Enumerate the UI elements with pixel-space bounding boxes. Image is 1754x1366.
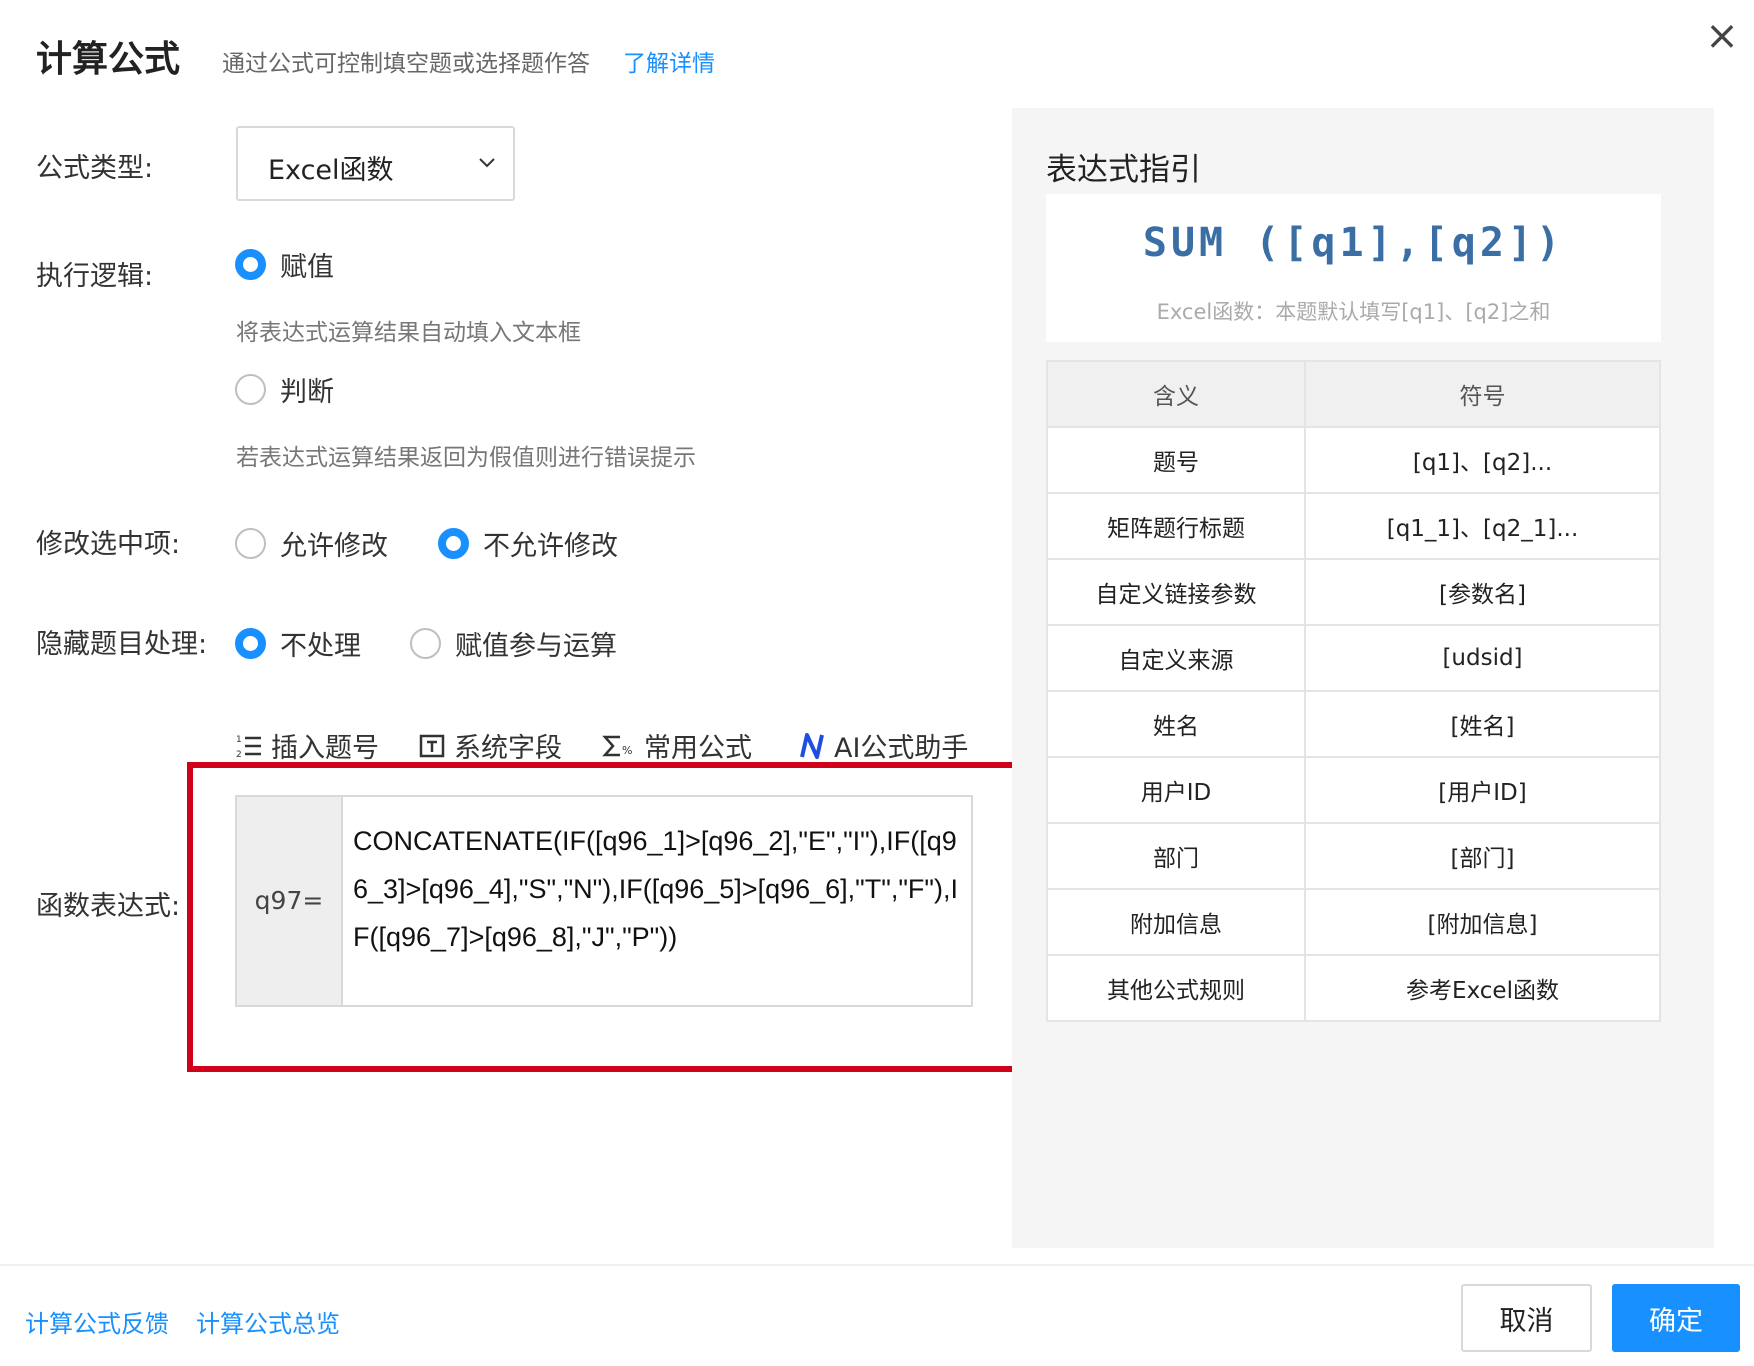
svg-text:1: 1: [236, 735, 242, 745]
logic-assign-hint: 将表达式运算结果自动填入文本框: [236, 320, 581, 346]
close-icon[interactable]: ×: [1704, 16, 1740, 56]
formula-type-label: 公式类型:: [36, 153, 154, 184]
symbol-cell: 参考Excel函数: [1304, 954, 1661, 1022]
symbol-cell: [附加信息]: [1304, 888, 1661, 956]
table-row: 用户ID [用户ID]: [1046, 756, 1661, 824]
numbered-list-icon: 1 2: [236, 735, 261, 760]
radio-unchecked-icon: [235, 374, 266, 405]
table-row: 矩阵题行标题 [q1_1]、[q2_1]...: [1046, 492, 1661, 560]
learn-more-link[interactable]: 了解详情: [623, 44, 715, 78]
table-row: 题号 [q1]、[q2]...: [1046, 426, 1661, 494]
formula-type-value: Excel函数: [268, 155, 394, 186]
radio-modify-deny[interactable]: 不允许修改: [438, 524, 618, 563]
radio-unchecked-icon: [235, 528, 266, 559]
symbol-cell: [q1_1]、[q2_1]...: [1304, 492, 1661, 560]
expression-editor[interactable]: q97= CONCATENATE(IF([q96_1]>[q96_2],"E",…: [235, 795, 973, 1007]
expression-input[interactable]: CONCATENATE(IF([q96_1]>[q96_2],"E","I"),…: [353, 817, 963, 961]
confirm-button[interactable]: 确定: [1612, 1284, 1740, 1352]
radio-logic-assign[interactable]: 赋值: [235, 245, 334, 284]
radio-hidden-assign[interactable]: 赋值参与运算: [410, 624, 617, 663]
dialog-title: 计算公式: [36, 39, 181, 80]
ai-assistant-button[interactable]: AI公式助手: [798, 726, 968, 765]
symbol-cell: [参数名]: [1304, 558, 1661, 626]
ai-assistant-label: AI公式助手: [834, 733, 969, 764]
radio-modify-allow[interactable]: 允许修改: [235, 524, 388, 563]
meaning-cell: 题号: [1046, 426, 1306, 494]
hidden-label: 隐藏题目处理:: [36, 629, 208, 660]
svg-text:%: %: [622, 744, 632, 757]
modify-label: 修改选中项:: [36, 529, 181, 560]
radio-hidden-none-label: 不处理: [280, 631, 361, 662]
guide-title: 表达式指引: [1046, 152, 1201, 188]
meaning-cell: 其他公式规则: [1046, 954, 1306, 1022]
radio-hidden-assign-label: 赋值参与运算: [455, 631, 617, 662]
expr-label: 函数表达式:: [36, 891, 181, 922]
meaning-cell: 部门: [1046, 822, 1306, 890]
common-formula-label: 常用公式: [644, 733, 752, 764]
insert-question-label: 插入题号: [271, 733, 379, 764]
formula-dialog: 计算公式 通过公式可控制填空题或选择题作答 了解详情 × 公式类型: Excel…: [0, 0, 1754, 1366]
table-header-row: 含义 符号: [1046, 360, 1661, 428]
table-row: 姓名 [姓名]: [1046, 690, 1661, 758]
sigma-icon: %: [602, 735, 632, 757]
logic-judge-hint: 若表达式运算结果返回为假值则进行错误提示: [236, 445, 696, 471]
system-field-button[interactable]: 系统字段: [418, 726, 562, 765]
radio-logic-assign-label: 赋值: [280, 252, 334, 283]
symbol-cell: [用户ID]: [1304, 756, 1661, 824]
symbol-cell: [q1]、[q2]...: [1304, 426, 1661, 494]
table-row: 部门 [部门]: [1046, 822, 1661, 890]
meaning-cell: 自定义链接参数: [1046, 558, 1306, 626]
insert-question-button[interactable]: 1 2 插入题号: [235, 726, 379, 765]
table-row: 自定义链接参数 [参数名]: [1046, 558, 1661, 626]
table-row: 附加信息 [附加信息]: [1046, 888, 1661, 956]
radio-unchecked-icon: [410, 628, 441, 659]
example-description: Excel函数：本题默认填写[q1]、[q2]之和: [1156, 300, 1551, 324]
radio-checked-icon: [235, 628, 266, 659]
expression-guide-panel: 表达式指引 SUM ([q1],[q2]) Excel函数：本题默认填写[q1]…: [1012, 108, 1714, 1248]
radio-logic-judge[interactable]: 判断: [235, 370, 334, 409]
overview-link[interactable]: 计算公式总览: [196, 1304, 340, 1339]
radio-hidden-none[interactable]: 不处理: [235, 624, 361, 663]
table-row: 自定义来源 [udsid]: [1046, 624, 1661, 692]
system-field-label: 系统字段: [454, 733, 562, 764]
footer-divider: [0, 1264, 1754, 1266]
dialog-subtitle: 通过公式可控制填空题或选择题作答: [222, 51, 590, 77]
radio-checked-icon: [235, 249, 266, 280]
meaning-cell: 姓名: [1046, 690, 1306, 758]
svg-text:2: 2: [236, 750, 242, 760]
common-formula-button[interactable]: % 常用公式: [602, 726, 752, 765]
radio-logic-judge-label: 判断: [280, 377, 334, 408]
ai-logo-icon: [800, 732, 824, 759]
meaning-cell: 自定义来源: [1046, 624, 1306, 692]
symbol-cell: [udsid]: [1304, 624, 1661, 692]
formula-type-select[interactable]: Excel函数: [236, 126, 515, 201]
symbol-cell: [姓名]: [1304, 690, 1661, 758]
table-row: 其他公式规则 参考Excel函数: [1046, 954, 1661, 1022]
feedback-link[interactable]: 计算公式反馈: [25, 1304, 169, 1339]
column-header-symbol: 符号: [1304, 360, 1661, 428]
radio-checked-icon: [438, 528, 469, 559]
logic-label: 执行逻辑:: [36, 261, 154, 292]
meaning-cell: 用户ID: [1046, 756, 1306, 824]
text-field-icon: [419, 734, 445, 757]
chevron-down-icon: [479, 158, 495, 168]
meaning-cell: 矩阵题行标题: [1046, 492, 1306, 560]
column-header-meaning: 含义: [1046, 360, 1306, 428]
example-card: SUM ([q1],[q2]) Excel函数：本题默认填写[q1]、[q2]之…: [1046, 194, 1661, 342]
symbol-cell: [部门]: [1304, 822, 1661, 890]
meaning-cell: 附加信息: [1046, 888, 1306, 956]
radio-modify-allow-label: 允许修改: [280, 531, 388, 562]
radio-modify-deny-label: 不允许修改: [483, 531, 618, 562]
cancel-button[interactable]: 取消: [1461, 1284, 1592, 1352]
reference-table: 含义 符号 题号 [q1]、[q2]... 矩阵题行标题 [q1_1]、[q2_1]…: [1046, 360, 1661, 1022]
expression-prefix: q97=: [237, 797, 343, 1005]
example-formula: SUM ([q1],[q2]): [1142, 220, 1565, 266]
